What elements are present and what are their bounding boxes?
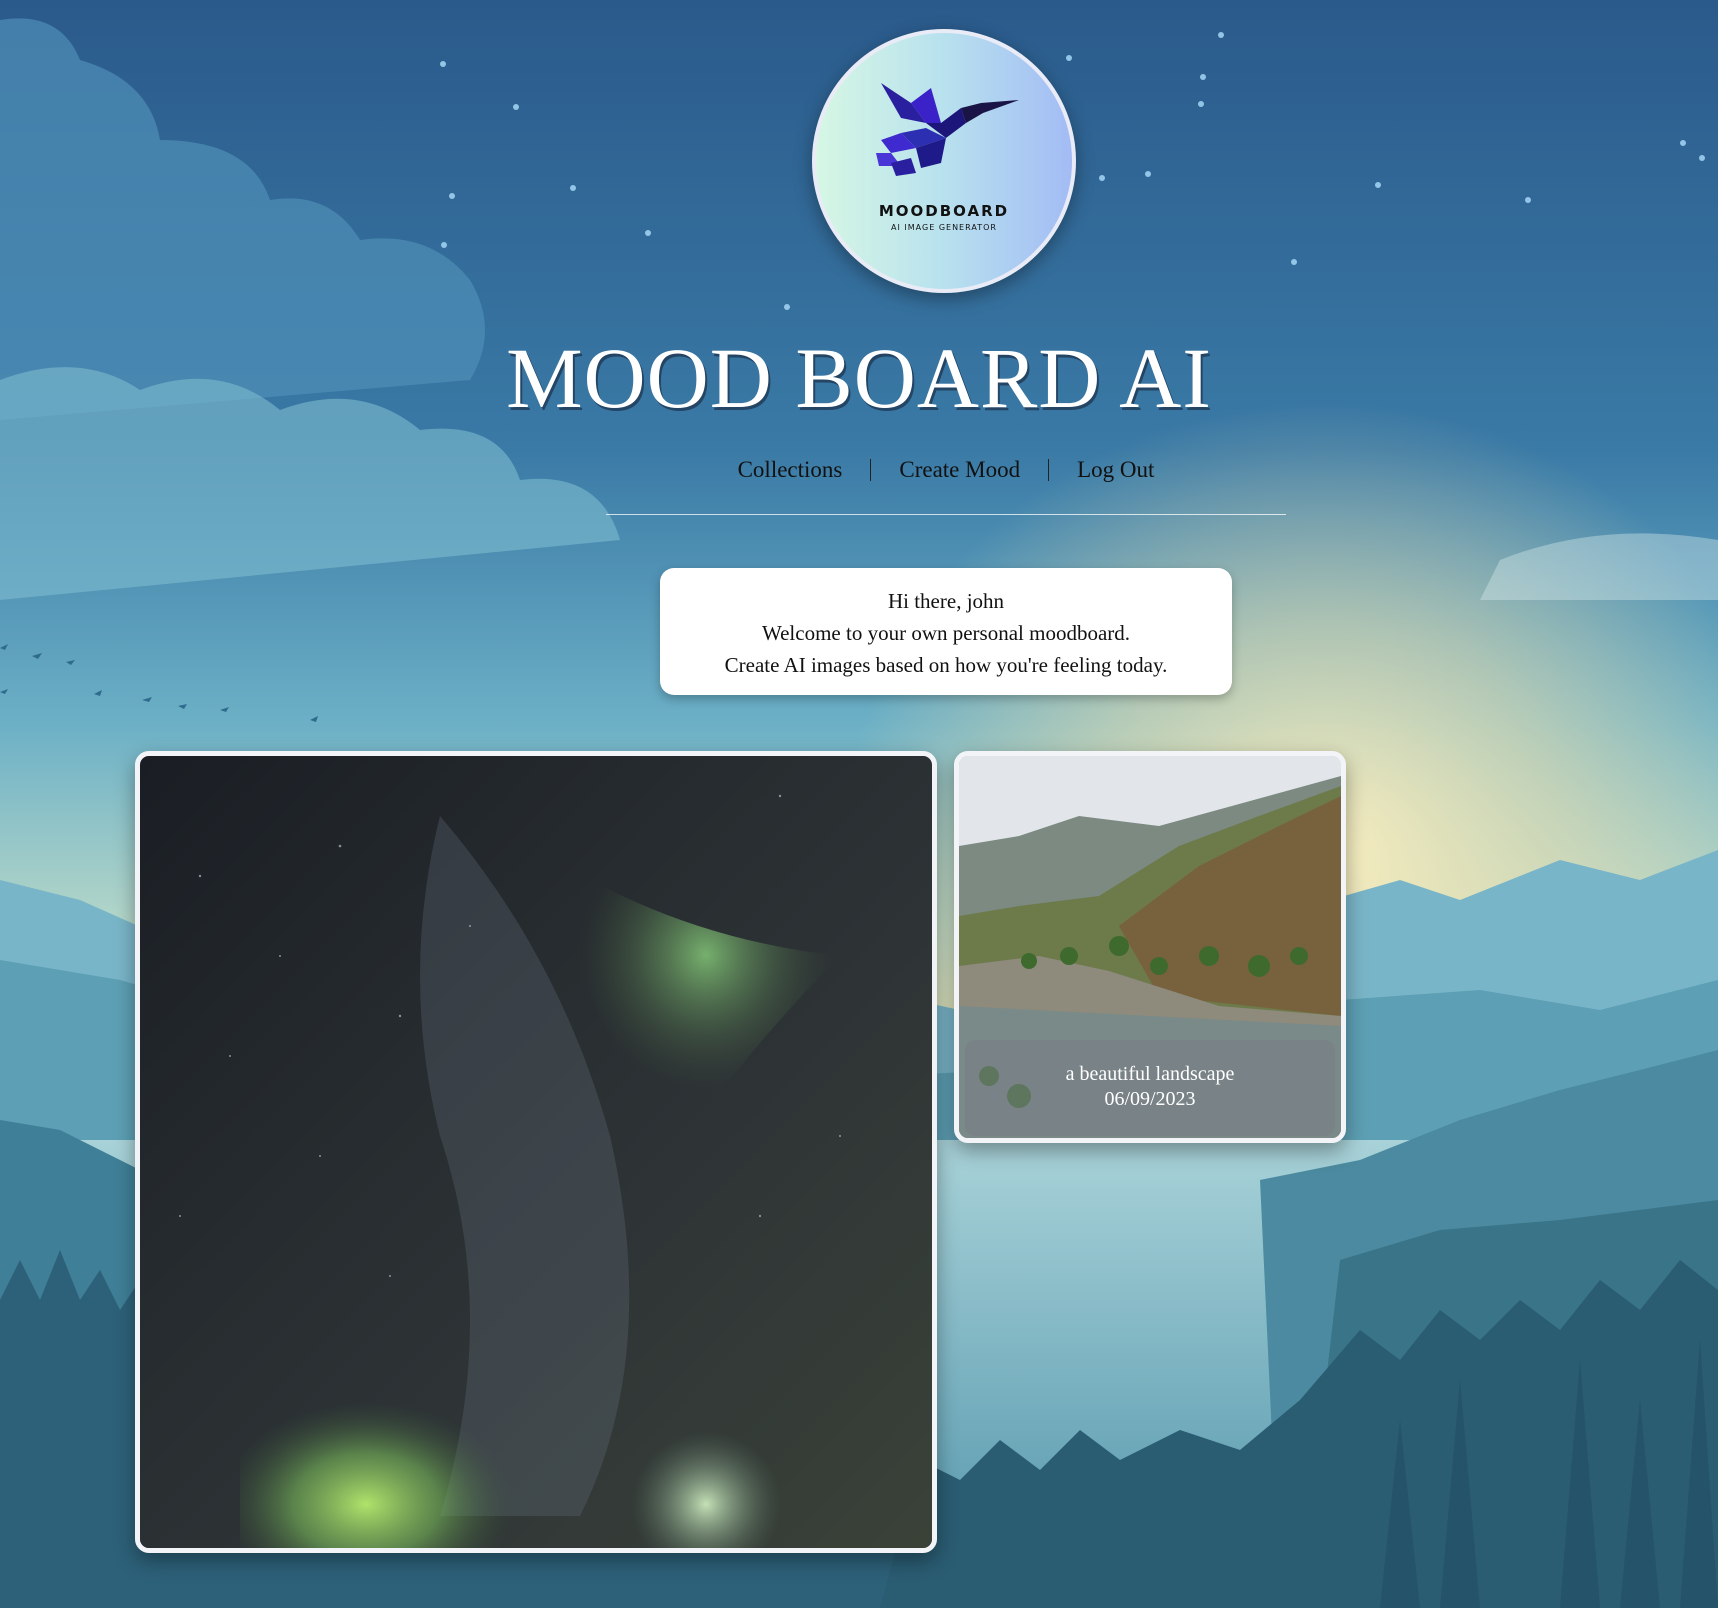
page-title: MOOD BOARD AI [506, 330, 1212, 426]
image-caption: a beautiful landscape [1065, 1063, 1235, 1085]
logo-tagline: AI IMAGE GENERATOR [891, 223, 997, 232]
image-date: 06/09/2023 [1104, 1088, 1196, 1110]
welcome-message-box: Hi there, john Welcome to your own perso… [660, 568, 1232, 695]
gallery-image-aurora[interactable] [135, 751, 937, 1553]
welcome-greeting: Hi there, john [887, 589, 1005, 613]
hummingbird-icon [876, 83, 1019, 176]
gallery-image-landscape[interactable]: a beautiful landscape 06/09/2023 [954, 751, 1346, 1143]
nav-log-out[interactable]: Log Out [1077, 457, 1154, 483]
logo-badge[interactable]: MOODBOARD AI IMAGE GENERATOR [812, 29, 1076, 293]
nav-create-mood[interactable]: Create Mood [899, 457, 1020, 483]
main-nav: Collections Create Mood Log Out [606, 453, 1286, 487]
welcome-line-1: Welcome to your own personal moodboard. [761, 621, 1131, 645]
nav-divider [1048, 459, 1050, 481]
nav-divider [870, 459, 872, 481]
image-caption-overlay: a beautiful landscape 06/09/2023 [965, 1040, 1335, 1136]
welcome-line-2: Create AI images based on how you're fee… [724, 653, 1168, 677]
aurora-image [140, 756, 932, 1548]
logo-name: MOODBOARD [878, 202, 1010, 220]
nav-collections[interactable]: Collections [738, 457, 843, 483]
nav-divider-line [606, 514, 1286, 515]
